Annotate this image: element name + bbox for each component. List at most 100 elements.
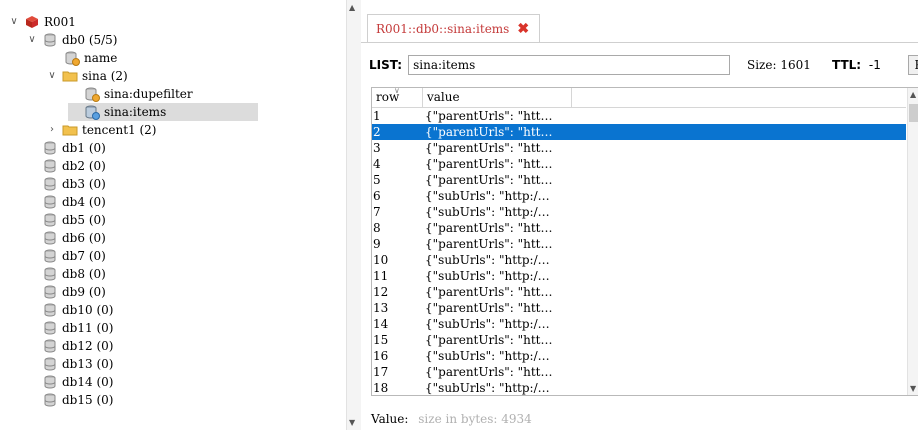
- row-number: 12: [373, 285, 389, 299]
- tree-node-database[interactable]: db9 (0): [26, 283, 106, 301]
- row-value: {"subUrls": "http:/…: [425, 381, 550, 395]
- tree-node-database[interactable]: db1 (0): [26, 139, 106, 157]
- table-row[interactable]: 18 {"subUrls": "http:/…: [372, 380, 906, 395]
- tree-node-key[interactable]: name: [48, 49, 117, 67]
- tree-node-database[interactable]: db13 (0): [26, 355, 113, 373]
- tree-node-database[interactable]: db2 (0): [26, 157, 106, 175]
- scroll-up-icon[interactable]: ▲: [349, 3, 355, 12]
- tree-scrollbar[interactable]: ▲ ▼: [346, 0, 361, 430]
- table-row[interactable]: 13 {"parentUrls": "htt…: [372, 300, 906, 316]
- database-icon: [42, 176, 58, 192]
- row-value: {"parentUrls": "htt…: [425, 109, 553, 123]
- table-row[interactable]: 5 {"parentUrls": "htt…: [372, 172, 906, 188]
- table-row[interactable]: 4 {"parentUrls": "htt…: [372, 156, 906, 172]
- tree-label: sina (2): [82, 69, 128, 83]
- database-icon: [42, 230, 58, 246]
- table-row[interactable]: 6 {"subUrls": "http:/…: [372, 188, 906, 204]
- row-number: 3: [373, 141, 381, 155]
- tree-node-database[interactable]: db4 (0): [26, 193, 106, 211]
- key-viewer: R001::db0::sina:items ✖ LIST: sina:items…: [361, 0, 918, 430]
- tree-label: db15 (0): [62, 393, 114, 407]
- table-row[interactable]: 7 {"subUrls": "http:/…: [372, 204, 906, 220]
- tree-node-database[interactable]: db6 (0): [26, 229, 106, 247]
- chevron-down-icon[interactable]: ∨: [46, 67, 58, 85]
- tree-label: db11 (0): [62, 321, 114, 335]
- row-number: 1: [373, 109, 381, 123]
- tree-label: db7 (0): [62, 249, 106, 263]
- tab-key[interactable]: R001::db0::sina:items ✖: [367, 14, 541, 43]
- row-number: 7: [373, 205, 381, 219]
- ttl-value: -1: [868, 58, 881, 72]
- database-icon: [42, 32, 58, 48]
- chevron-down-icon[interactable]: ∨: [26, 31, 38, 49]
- row-number: 14: [373, 317, 389, 331]
- value-label: Value:: [371, 412, 409, 426]
- tree-label: name: [84, 51, 118, 65]
- column-divider[interactable]: [422, 88, 423, 107]
- table-scrollbar[interactable]: ▲ ▼: [907, 88, 918, 395]
- tree-label: db6 (0): [62, 231, 106, 245]
- tree-node-database[interactable]: db7 (0): [26, 247, 106, 265]
- table-row[interactable]: 8 {"parentUrls": "htt…: [372, 220, 906, 236]
- tree-node-key-selected[interactable]: sina:items: [68, 103, 258, 121]
- column-header-value[interactable]: value: [427, 90, 460, 104]
- folder-icon: [62, 68, 78, 84]
- close-icon[interactable]: ✖: [517, 21, 529, 37]
- tree-label: db0 (5/5): [62, 33, 118, 47]
- scroll-down-icon[interactable]: ▼: [910, 384, 916, 393]
- row-value: {"parentUrls": "htt…: [425, 157, 553, 171]
- row-number: 2: [373, 125, 381, 139]
- tree-node-database[interactable]: db15 (0): [26, 391, 113, 409]
- chevron-right-icon[interactable]: ›: [46, 121, 58, 139]
- database-icon: [42, 266, 58, 282]
- tree-node-database[interactable]: db3 (0): [26, 175, 106, 193]
- table-row[interactable]: 11 {"subUrls": "http:/…: [372, 268, 906, 284]
- scroll-down-icon[interactable]: ▼: [349, 418, 355, 427]
- row-value: {"parentUrls": "htt…: [425, 365, 553, 379]
- table-row[interactable]: 15 {"parentUrls": "htt…: [372, 332, 906, 348]
- tree-label: db5 (0): [62, 213, 106, 227]
- tree-node-server[interactable]: ∨ R001: [8, 13, 76, 31]
- key-name-field[interactable]: sina:items: [408, 55, 731, 75]
- table-row[interactable]: 9 {"parentUrls": "htt…: [372, 236, 906, 252]
- rename-button[interactable]: R: [908, 55, 918, 75]
- folder-icon: [62, 122, 78, 138]
- table-row[interactable]: 14 {"subUrls": "http:/…: [372, 316, 906, 332]
- column-header-row[interactable]: row: [376, 90, 399, 104]
- tree-node-folder-tencent1[interactable]: › tencent1 (2): [46, 121, 156, 139]
- row-number: 6: [373, 189, 381, 203]
- column-divider[interactable]: [571, 88, 572, 107]
- row-value: {"parentUrls": "htt…: [425, 285, 553, 299]
- tree-node-database[interactable]: db10 (0): [26, 301, 113, 319]
- scroll-up-icon[interactable]: ▲: [910, 90, 916, 99]
- tree-node-database[interactable]: db8 (0): [26, 265, 106, 283]
- tree-node-database[interactable]: db14 (0): [26, 373, 113, 391]
- tree-node-db0[interactable]: ∨ db0 (5/5): [26, 31, 118, 49]
- table-row[interactable]: 10 {"subUrls": "http:/…: [372, 252, 906, 268]
- row-number: 16: [373, 349, 389, 363]
- tree-label: db8 (0): [62, 267, 106, 281]
- tree-label: db2 (0): [62, 159, 106, 173]
- chevron-down-icon[interactable]: ∨: [8, 13, 20, 31]
- table-row[interactable]: 17 {"parentUrls": "htt…: [372, 364, 906, 380]
- table-row[interactable]: 2 {"parentUrls": "htt…: [372, 124, 906, 140]
- row-number: 11: [373, 269, 389, 283]
- database-icon: [42, 158, 58, 174]
- table-row[interactable]: 3 {"parentUrls": "htt…: [372, 140, 906, 156]
- tree-node-database[interactable]: db5 (0): [26, 211, 106, 229]
- table-row[interactable]: 16 {"subUrls": "http:/…: [372, 348, 906, 364]
- database-icon: [42, 284, 58, 300]
- key-info-bar: LIST: sina:items Size: 1601 TTL: -1 R: [369, 53, 918, 77]
- scrollbar-thumb[interactable]: [909, 104, 918, 122]
- tree-node-key[interactable]: sina:dupefilter: [68, 85, 193, 103]
- value-table: ∨ row value 1 {"parentUrls": "htt… 2 {"pare…: [371, 87, 918, 396]
- row-number: 13: [373, 301, 389, 315]
- tree-node-folder-sina[interactable]: ∨ sina (2): [46, 67, 128, 85]
- tree-node-database[interactable]: db12 (0): [26, 337, 113, 355]
- tree-node-database[interactable]: db11 (0): [26, 319, 113, 337]
- table-row[interactable]: 1 {"parentUrls": "htt…: [372, 108, 906, 124]
- size-label: Size: 1601: [747, 58, 811, 72]
- tree-label: db13 (0): [62, 357, 114, 371]
- table-row[interactable]: 12 {"parentUrls": "htt…: [372, 284, 906, 300]
- row-number: 9: [373, 237, 381, 251]
